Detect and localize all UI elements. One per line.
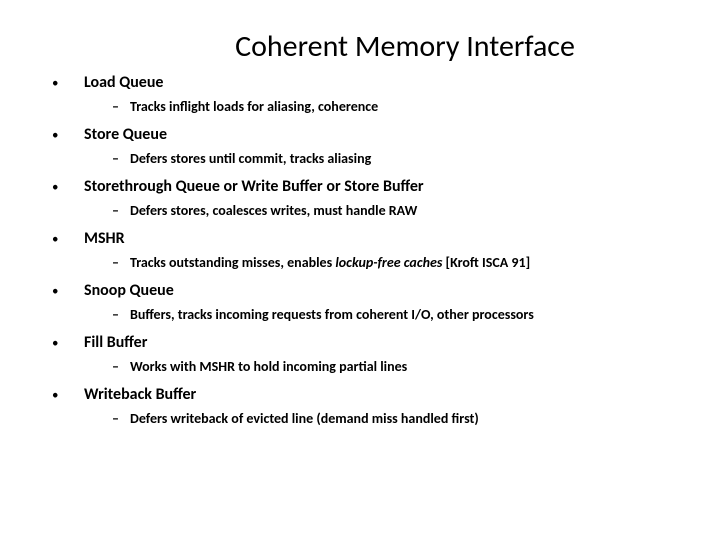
list-item: • Load Queue – Tracks inflight loads for… [40,73,680,115]
sub-list: – Defers stores, coalesces writes, must … [40,202,680,219]
sub-item: – Defers writeback of evicted line (dema… [112,410,680,427]
sub-text-ital: lockup-free caches [335,254,442,271]
sub-text: Defers stores, coalesces writes, must ha… [130,202,417,219]
bullet-icon: • [40,128,84,143]
slide-title: Coherent Memory Interface [40,28,680,65]
sub-list: – Tracks inflight loads for aliasing, co… [40,98,680,115]
item-label: Load Queue [84,73,163,92]
sub-item: – Defers stores, coalesces writes, must … [112,202,680,219]
dash-icon: – [112,150,130,167]
sub-text: Defers stores until commit, tracks alias… [130,150,371,167]
item-label: Storethrough Queue or Write Buffer or St… [84,177,424,196]
list-item: • Store Queue – Defers stores until comm… [40,125,680,167]
sub-list: – Buffers, tracks incoming requests from… [40,306,680,323]
sub-text-pre: Tracks outstanding misses, enables [130,254,335,271]
bullet-icon: • [40,284,84,299]
sub-item: – Buffers, tracks incoming requests from… [112,306,680,323]
slide: Coherent Memory Interface • Load Queue –… [0,0,720,540]
bullet-icon: • [40,336,84,351]
sub-list: – Works with MSHR to hold incoming parti… [40,358,680,375]
list-row: • Fill Buffer [40,333,680,352]
bullet-icon: • [40,232,84,247]
dash-icon: – [112,306,130,323]
dash-icon: – [112,202,130,219]
dash-icon: – [112,254,130,271]
sub-item: – Tracks inflight loads for aliasing, co… [112,98,680,115]
sub-list: – Tracks outstanding misses, enables loc… [40,254,680,271]
list-row: • Load Queue [40,73,680,92]
list-row: • Writeback Buffer [40,385,680,404]
sub-list: – Defers writeback of evicted line (dema… [40,410,680,427]
list-item: • Storethrough Queue or Write Buffer or … [40,177,680,219]
list-row: • Storethrough Queue or Write Buffer or … [40,177,680,196]
list-item: • MSHR – Tracks outstanding misses, enab… [40,229,680,271]
sub-text-post: [Kroft ISCA 91] [442,254,530,271]
sub-list: – Defers stores until commit, tracks ali… [40,150,680,167]
list-row: • MSHR [40,229,680,248]
bullet-icon: • [40,388,84,403]
sub-text: Defers writeback of evicted line (demand… [130,410,479,427]
sub-item: – Tracks outstanding misses, enables loc… [112,254,680,271]
item-label: MSHR [84,229,125,248]
sub-item: – Works with MSHR to hold incoming parti… [112,358,680,375]
dash-icon: – [112,358,130,375]
dash-icon: – [112,410,130,427]
item-label: Snoop Queue [84,281,174,300]
item-label: Fill Buffer [84,333,147,352]
list-item: • Snoop Queue – Buffers, tracks incoming… [40,281,680,323]
list-item: • Writeback Buffer – Defers writeback of… [40,385,680,427]
bullet-list: • Load Queue – Tracks inflight loads for… [40,73,680,427]
list-row: • Snoop Queue [40,281,680,300]
item-label: Writeback Buffer [84,385,196,404]
dash-icon: – [112,98,130,115]
sub-text: Tracks outstanding misses, enables locku… [130,254,530,271]
sub-item: – Defers stores until commit, tracks ali… [112,150,680,167]
sub-text: Works with MSHR to hold incoming partial… [130,358,407,375]
sub-text: Buffers, tracks incoming requests from c… [130,306,534,323]
list-item: • Fill Buffer – Works with MSHR to hold … [40,333,680,375]
list-row: • Store Queue [40,125,680,144]
sub-text: Tracks inflight loads for aliasing, cohe… [130,98,378,115]
bullet-icon: • [40,76,84,91]
item-label: Store Queue [84,125,167,144]
bullet-icon: • [40,180,84,195]
